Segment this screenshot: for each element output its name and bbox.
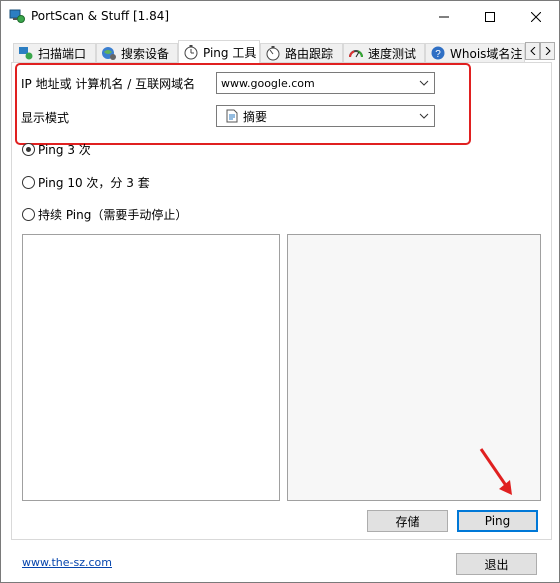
- minimize-icon: [439, 16, 449, 17]
- svg-text:?: ?: [435, 49, 441, 60]
- radio-icon: [22, 176, 35, 189]
- stopwatch-icon: [184, 45, 198, 60]
- tab-scan-ports[interactable]: 扫描端口: [13, 43, 96, 62]
- tab-whois[interactable]: ? Whois域名注: [425, 43, 525, 62]
- option-label: Ping 10 次，分 3 套: [38, 176, 150, 190]
- globe-icon: [102, 47, 116, 60]
- title-bar[interactable]: PortScan & Stuff [1.84]: [1, 1, 559, 32]
- maximize-icon: [485, 11, 495, 22]
- ping-button[interactable]: Ping: [457, 510, 538, 532]
- minimize-button[interactable]: [421, 1, 467, 32]
- option-ping-3[interactable]: Ping 3 次: [22, 141, 91, 158]
- option-ping-10[interactable]: Ping 10 次，分 3 套: [22, 174, 150, 191]
- tab-scroll-right-button[interactable]: [540, 42, 555, 60]
- tab-label: 搜索设备: [121, 46, 170, 61]
- close-icon: [531, 11, 541, 22]
- save-button[interactable]: 存储: [367, 510, 448, 532]
- app-icon: [9, 9, 25, 23]
- tab-label: 路由跟踪: [285, 46, 334, 61]
- tab-strip: 扫描端口 搜索设备 Ping 工具 路由跟踪 速度测试 ? Whois域名注: [11, 40, 555, 63]
- chevron-right-icon: [545, 47, 551, 55]
- option-label: Ping 3 次: [38, 143, 91, 157]
- route-icon: [266, 46, 280, 61]
- radio-selected-icon: [22, 143, 35, 156]
- exit-button[interactable]: 退出: [456, 553, 537, 575]
- tab-speed-test[interactable]: 速度测试: [343, 43, 425, 62]
- tab-label: 速度测试: [368, 46, 417, 61]
- app-window: PortScan & Stuff [1.84] 扫描端口 搜索设备 Ping 工…: [0, 0, 560, 583]
- whois-icon: ?: [431, 46, 445, 60]
- arrow-pointer-icon: [479, 448, 512, 495]
- network-icon: [19, 47, 33, 60]
- tab-label: 扫描端口: [38, 46, 87, 61]
- tab-scroll-arrows: [525, 42, 555, 60]
- tab-scroll-left-button[interactable]: [525, 42, 540, 60]
- tab-traceroute[interactable]: 路由跟踪: [260, 43, 343, 62]
- speedometer-icon: [349, 50, 363, 58]
- tab-label: Ping 工具: [203, 45, 257, 60]
- save-button-label: 存储: [395, 514, 420, 529]
- option-label: 持续 Ping（需要手动停止）: [38, 208, 188, 222]
- tab-search-devices[interactable]: 搜索设备: [96, 43, 178, 62]
- tab-ping-tool[interactable]: Ping 工具: [178, 40, 260, 63]
- close-button[interactable]: [513, 1, 559, 32]
- chevron-left-icon: [529, 47, 535, 55]
- radio-icon: [22, 208, 35, 221]
- option-ping-continuous[interactable]: 持续 Ping（需要手动停止）: [22, 206, 187, 223]
- window-title: PortScan & Stuff [1.84]: [31, 9, 170, 23]
- website-link[interactable]: www.the-sz.com: [22, 556, 112, 569]
- results-list[interactable]: [22, 234, 280, 501]
- maximize-button[interactable]: [467, 1, 513, 32]
- highlight-annotation: [15, 63, 471, 145]
- exit-button-label: 退出: [484, 557, 509, 572]
- ping-button-label: Ping: [484, 514, 511, 528]
- tab-label: Whois域名注: [450, 46, 523, 61]
